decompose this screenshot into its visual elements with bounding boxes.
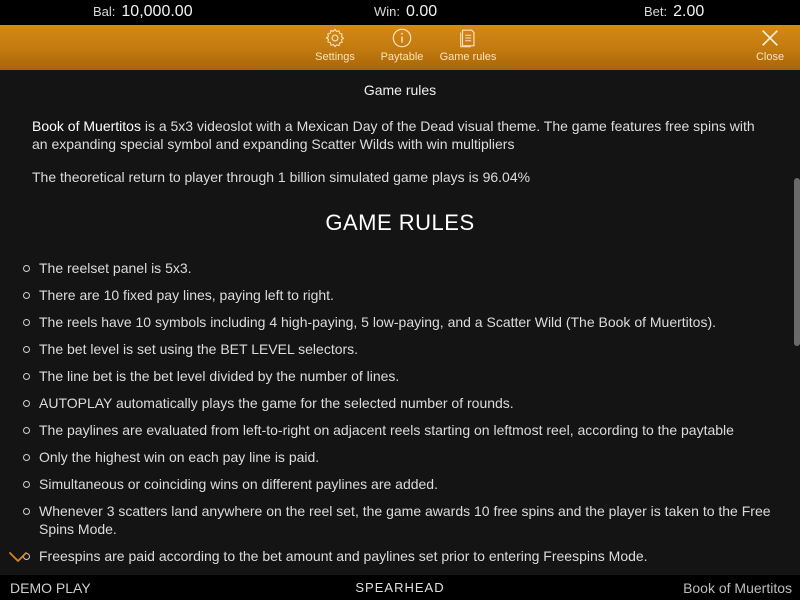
list-item: AUTOPLAY automatically plays the game fo… (20, 394, 775, 412)
rule-text: The paylines are evaluated from left-to-… (39, 422, 734, 438)
bullet-icon (23, 292, 30, 299)
rules-content-panel[interactable]: Game rules Book of Muertitos is a 5x3 vi… (0, 70, 800, 575)
list-item: Only the highest win on each pay line is… (20, 448, 775, 466)
chevron-down-icon[interactable] (8, 551, 28, 563)
win-display: Win: 0.00 (374, 3, 437, 21)
rule-text: There are 10 fixed pay lines, paying lef… (39, 287, 334, 303)
rule-text: AUTOPLAY automatically plays the game fo… (39, 395, 514, 411)
footer-bar: DEMO PLAY SPEARHEAD Book of Muertitos (0, 575, 800, 600)
win-label: Win: (374, 4, 400, 19)
list-item: The paylines are evaluated from left-to-… (20, 421, 775, 439)
list-item: Whenever 3 scatters land anywhere on the… (20, 502, 775, 538)
list-item: The reels have 10 symbols including 4 hi… (20, 313, 775, 331)
info-icon (392, 28, 412, 48)
list-item: Simultaneous or coinciding wins on diffe… (20, 475, 775, 493)
rule-text: Whenever 3 scatters land anywhere on the… (39, 503, 771, 537)
rule-text: Freespins are paid according to the bet … (39, 548, 648, 564)
status-bar: Bal: 10,000.00 Win: 0.00 Bet: 2.00 (0, 0, 800, 25)
settings-button[interactable]: Settings (300, 25, 370, 70)
bullet-icon (23, 346, 30, 353)
document-icon (460, 29, 475, 48)
game-rules-label: Game rules (439, 51, 497, 63)
bullet-icon (23, 427, 30, 434)
bet-value: 2.00 (673, 3, 705, 20)
scrollbar-thumb[interactable] (794, 178, 800, 346)
spearhead-logo: SPEARHEAD (355, 580, 445, 595)
bet-label: Bet: (644, 4, 668, 19)
bullet-icon (23, 481, 30, 488)
close-button[interactable]: Close (735, 25, 800, 70)
rules-title: GAME RULES (325, 210, 475, 235)
bet-display: Bet: 2.00 (644, 3, 704, 21)
gear-icon (325, 28, 345, 48)
list-item: The reelset panel is 5x3. (20, 259, 775, 277)
list-item: The line bet is the bet level divided by… (20, 367, 775, 385)
list-item: Freespins are paid according to the bet … (20, 547, 775, 565)
rule-text: Only the highest win on each pay line is… (39, 449, 320, 465)
balance-label: Bal: (93, 4, 116, 19)
section-header: Game rules (363, 82, 437, 98)
balance-display: Bal: 10,000.00 (93, 3, 193, 21)
rules-list: The reelset panel is 5x3. There are 10 f… (20, 259, 775, 574)
balance-value: 10,000.00 (121, 3, 193, 20)
list-item: The bet level is set using the BET LEVEL… (20, 340, 775, 358)
rule-text: The bet level is set using the BET LEVEL… (39, 341, 359, 357)
bullet-icon (23, 400, 30, 407)
bullet-icon (23, 265, 30, 272)
bullet-icon (23, 508, 30, 515)
list-item: There are 10 fixed pay lines, paying lef… (20, 286, 775, 304)
bullet-icon (23, 319, 30, 326)
menu-nav-bar: Settings Paytable Game rules Close (0, 25, 800, 70)
game-name-bold: Book of Muertitos (32, 118, 141, 134)
paytable-label: Paytable (380, 51, 424, 63)
intro-paragraph: Book of Muertitos is a 5x3 videoslot wit… (32, 117, 772, 153)
settings-label: Settings (315, 51, 355, 63)
game-rules-button[interactable]: Game rules (433, 25, 503, 70)
intro-text: is a 5x3 videoslot with a Mexican Day of… (32, 118, 755, 152)
close-label: Close (755, 51, 785, 63)
rule-text: The reelset panel is 5x3. (39, 260, 192, 276)
rule-text: The line bet is the bet level divided by… (39, 368, 400, 384)
close-icon (762, 30, 778, 46)
bullet-icon (23, 373, 30, 380)
win-value: 0.00 (406, 3, 438, 20)
paytable-button[interactable]: Paytable (367, 25, 437, 70)
rule-text: Simultaneous or coinciding wins on diffe… (39, 476, 438, 492)
rtp-paragraph: The theoretical return to player through… (32, 169, 531, 185)
bullet-icon (23, 454, 30, 461)
game-name-label: Book of Muertitos (683, 580, 792, 596)
rule-text: The reels have 10 symbols including 4 hi… (39, 314, 717, 330)
